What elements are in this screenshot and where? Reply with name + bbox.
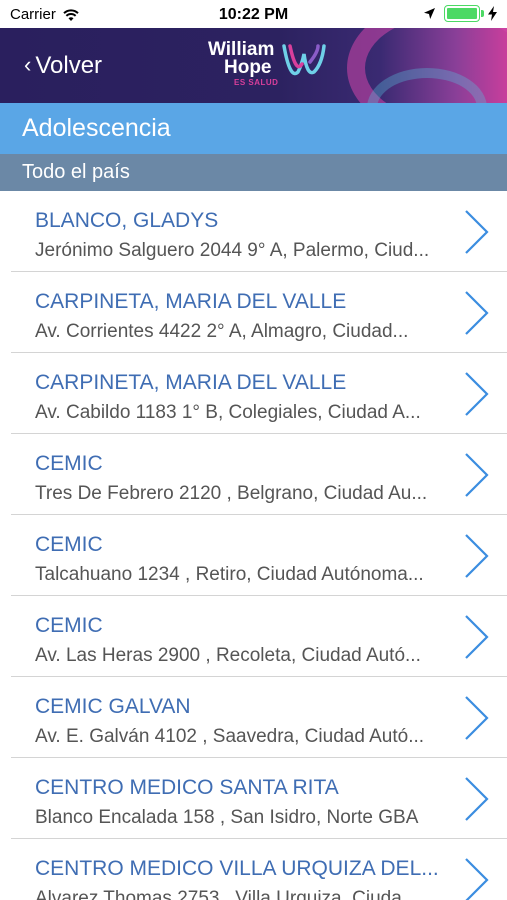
provider-name: CENTRO MEDICO SANTA RITA: [35, 776, 339, 799]
chevron-right-icon: [465, 372, 489, 416]
chevron-right-icon: [465, 534, 489, 578]
battery-icon: [444, 5, 484, 22]
list-item[interactable]: CENTRO MEDICO VILLA URQUIZA DEL... Alvar…: [11, 839, 507, 900]
list-item[interactable]: CARPINETA, MARIA DEL VALLE Av. Cabildo 1…: [11, 353, 507, 434]
list-item[interactable]: CEMIC Talcahuano 1234 , Retiro, Ciudad A…: [11, 515, 507, 596]
list-item[interactable]: CARPINETA, MARIA DEL VALLE Av. Corriente…: [11, 272, 507, 353]
status-right: [423, 5, 497, 22]
provider-name: CENTRO MEDICO VILLA URQUIZA DEL...: [35, 857, 439, 880]
chevron-right-icon: [465, 291, 489, 335]
chevron-right-icon: [465, 696, 489, 740]
provider-address: Tres De Febrero 2120 , Belgrano, Ciudad …: [35, 483, 428, 504]
provider-name: CEMIC: [35, 452, 103, 475]
chevron-right-icon: [465, 858, 489, 900]
provider-name: BLANCO, GLADYS: [35, 209, 219, 232]
list-item[interactable]: CEMIC Tres De Febrero 2120 , Belgrano, C…: [11, 434, 507, 515]
chevron-right-icon: [465, 615, 489, 659]
logo-line2: Hope: [224, 57, 272, 78]
back-button[interactable]: ‹ Volver: [24, 52, 102, 80]
list-item[interactable]: CENTRO MEDICO SANTA RITA Blanco Encalada…: [11, 758, 507, 839]
provider-address: Talcahuano 1234 , Retiro, Ciudad Autónom…: [35, 564, 424, 585]
chevron-right-icon: [465, 453, 489, 497]
list-item[interactable]: CEMIC GALVAN Av. E. Galván 4102 , Saaved…: [11, 677, 507, 758]
battery-fill: [447, 8, 477, 19]
logo-tagline: ES SALUD: [234, 78, 279, 87]
list-item[interactable]: BLANCO, GLADYS Jerónimo Salguero 2044 9°…: [11, 191, 507, 272]
provider-name: CEMIC GALVAN: [35, 695, 191, 718]
william-hope-logo: William Hope ES SALUD: [208, 40, 338, 92]
provider-address: Av. Las Heras 2900 , Recoleta, Ciudad Au…: [35, 645, 421, 666]
list-item[interactable]: CEMIC Av. Las Heras 2900 , Recoleta, Ciu…: [11, 596, 507, 677]
provider-address: Blanco Encalada 158 , San Isidro, Norte …: [35, 807, 419, 828]
battery-cap: [481, 10, 484, 17]
provider-list: BLANCO, GLADYS Jerónimo Salguero 2044 9°…: [0, 191, 507, 900]
provider-name: CARPINETA, MARIA DEL VALLE: [35, 371, 347, 394]
location-arrow-icon: [424, 8, 435, 19]
logo-w-mark-icon: [282, 44, 326, 76]
back-label: Volver: [35, 52, 103, 79]
chevron-right-icon: [465, 210, 489, 254]
status-bar: Carrier 10:22 PM: [0, 0, 507, 28]
section-title: Adolescencia: [0, 103, 507, 154]
charging-bolt-icon: [488, 6, 497, 21]
region-filter: Todo el país: [0, 154, 507, 191]
provider-address: Av. E. Galván 4102 , Saavedra, Ciudad Au…: [35, 726, 425, 747]
provider-name: CEMIC: [35, 614, 103, 637]
chevron-right-icon: [465, 777, 489, 821]
provider-address: Alvarez Thomas 2753 , Villa Urquiza, Ciu…: [35, 888, 418, 900]
chevron-left-icon: ‹: [24, 52, 32, 77]
provider-name: CEMIC: [35, 533, 103, 556]
nav-header: ‹ Volver William Hope ES SALUD: [0, 28, 507, 103]
provider-address: Jerónimo Salguero 2044 9° A, Palermo, Ci…: [35, 240, 430, 261]
provider-address: Av. Corrientes 4422 2° A, Almagro, Ciuda…: [35, 321, 409, 342]
provider-name: CARPINETA, MARIA DEL VALLE: [35, 290, 347, 313]
provider-address: Av. Cabildo 1183 1° B, Colegiales, Ciuda…: [35, 402, 421, 423]
